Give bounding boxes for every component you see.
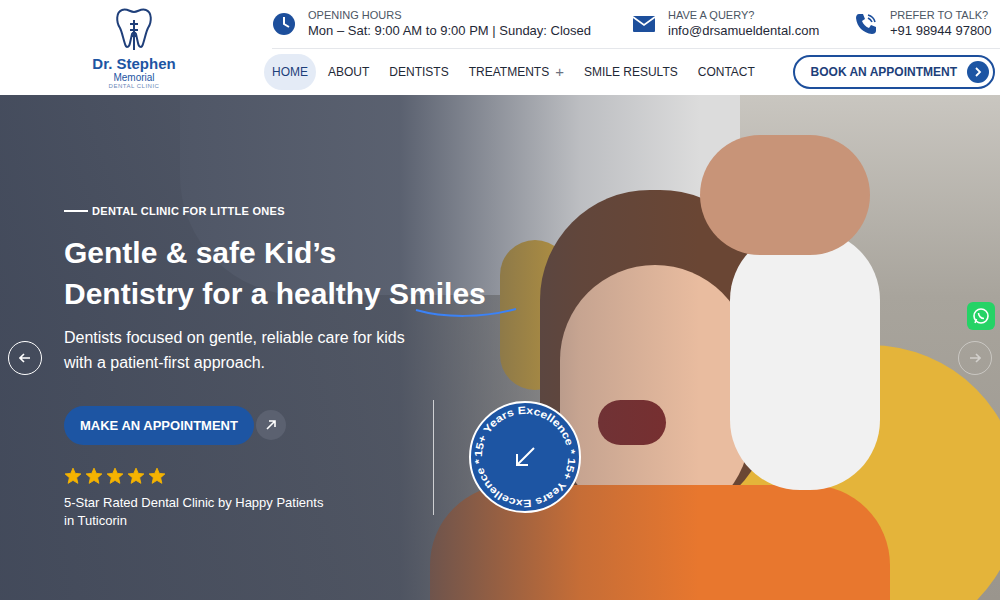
badge-text: 15+ Years Excellence * 15+ Years Excelle… <box>472 404 578 510</box>
svg-text:15+ Years Excellence * 15+ Yea: 15+ Years Excellence * 15+ Years Excelle… <box>472 404 578 510</box>
book-button[interactable]: BOOK AN APPOINTMENT <box>793 55 995 89</box>
nav-item[interactable]: CONTACT <box>690 54 763 90</box>
rating-line: in Tuticorin <box>64 512 1000 530</box>
contact-item[interactable]: PREFER TO TALK?+91 98944 97800 <box>854 8 1000 40</box>
arrow-right-icon <box>969 352 981 364</box>
contact-text: PREFER TO TALK?+91 98944 97800 <box>890 8 992 40</box>
clock-icon <box>272 12 296 36</box>
arrow-up-right-icon[interactable] <box>256 410 286 440</box>
nav-label: CONTACT <box>698 63 755 81</box>
nav-item[interactable]: TREATMENTS + <box>461 54 572 90</box>
tooth-icon <box>114 6 154 54</box>
contact-bar: OPENING HOURSMon – Sat: 9:00 AM to 9:00 … <box>272 0 1000 49</box>
star-icon <box>64 467 82 485</box>
contact-value: +91 98944 97800 <box>890 22 992 40</box>
contact-label: OPENING HOURS <box>308 8 591 22</box>
arrow-left-icon <box>19 352 31 364</box>
eyebrow-text: DENTAL CLINIC FOR LITTLE ONES <box>92 203 285 220</box>
nav-toggle[interactable]: + <box>555 66 564 78</box>
nav-label: DENTISTS <box>389 63 448 81</box>
book-button-label: BOOK AN APPOINTMENT <box>811 63 957 81</box>
star-icon <box>106 467 124 485</box>
header-main: OPENING HOURSMon – Sat: 9:00 AM to 9:00 … <box>272 0 1000 95</box>
nav-item[interactable]: DENTISTS <box>381 54 456 90</box>
nav-label: SMILE RESULTS <box>584 63 678 81</box>
underline-swoosh-icon <box>414 306 518 318</box>
logo-tagline: DENTAL CLINIC <box>109 83 160 90</box>
nav-item[interactable]: ABOUT <box>320 54 377 90</box>
header: Dr. Stephen Memorial DENTAL CLINIC OPENI… <box>0 0 1000 95</box>
contact-label: PREFER TO TALK? <box>890 8 992 22</box>
hero-title: Gentle & safe Kid’sDentistry for a healt… <box>64 232 1000 314</box>
nav-item[interactable]: SMILE RESULTS <box>576 54 686 90</box>
text-line: Dentists focused on gentle, reliable car… <box>64 325 1000 350</box>
page: Dr. Stephen Memorial DENTAL CLINIC OPENI… <box>0 0 1000 600</box>
nav-label: HOME <box>272 63 308 81</box>
star-icon <box>127 467 145 485</box>
nav-label: TREATMENTS <box>469 63 549 81</box>
title-line: Dentistry for a healthy Smiles <box>64 273 1000 314</box>
star-icon <box>85 467 103 485</box>
contact-item[interactable]: HAVE A QUERY?info@drsamueldental.com <box>632 8 854 40</box>
appointment-button[interactable]: MAKE AN APPOINTMENT <box>64 406 254 446</box>
logo-title: Dr. Stephen <box>92 56 175 72</box>
mail-icon <box>632 12 656 36</box>
title-line: Gentle & safe Kid’s <box>64 232 1000 273</box>
experience-badge: 15+ Years Excellence * 15+ Years Excelle… <box>468 400 582 514</box>
hero-eyebrow: DENTAL CLINIC FOR LITTLE ONES <box>64 203 1000 220</box>
nav-label: ABOUT <box>328 63 369 81</box>
chevron-icon <box>967 61 989 83</box>
whatsapp-icon[interactable] <box>967 302 995 330</box>
contact-value: info@drsamueldental.com <box>668 22 819 40</box>
main-nav: HOME ABOUT DENTISTS TREATMENTS + SMILE RESULT… <box>264 54 763 90</box>
nav-item[interactable]: HOME <box>264 54 316 90</box>
contact-label: HAVE A QUERY? <box>668 8 819 22</box>
contact-text: HAVE A QUERY?info@drsamueldental.com <box>668 8 819 40</box>
phone-icon <box>854 12 878 36</box>
nav-row: HOME ABOUT DENTISTS TREATMENTS + SMILE RESULT… <box>272 49 1000 94</box>
text-line: with a patient-first approach. <box>64 350 1000 375</box>
logo-subtitle: Memorial <box>113 72 154 83</box>
contact-value: Mon – Sat: 9:00 AM to 9:00 PM | Sunday: … <box>308 22 591 40</box>
prev-slide-button[interactable] <box>8 341 42 375</box>
hero-text: Dentists focused on gentle, reliable car… <box>64 325 1000 375</box>
star-icon <box>148 467 166 485</box>
hero-overlay <box>0 95 1000 600</box>
next-slide-button[interactable] <box>958 341 992 375</box>
hero: DENTAL CLINIC FOR LITTLE ONES Gentle & s… <box>0 95 1000 600</box>
contact-text: OPENING HOURSMon – Sat: 9:00 AM to 9:00 … <box>308 8 591 40</box>
logo[interactable]: Dr. Stephen Memorial DENTAL CLINIC <box>0 0 210 95</box>
eyebrow-line <box>64 210 88 212</box>
hero-divider <box>433 400 434 515</box>
contact-item[interactable]: OPENING HOURSMon – Sat: 9:00 AM to 9:00 … <box>272 8 632 40</box>
